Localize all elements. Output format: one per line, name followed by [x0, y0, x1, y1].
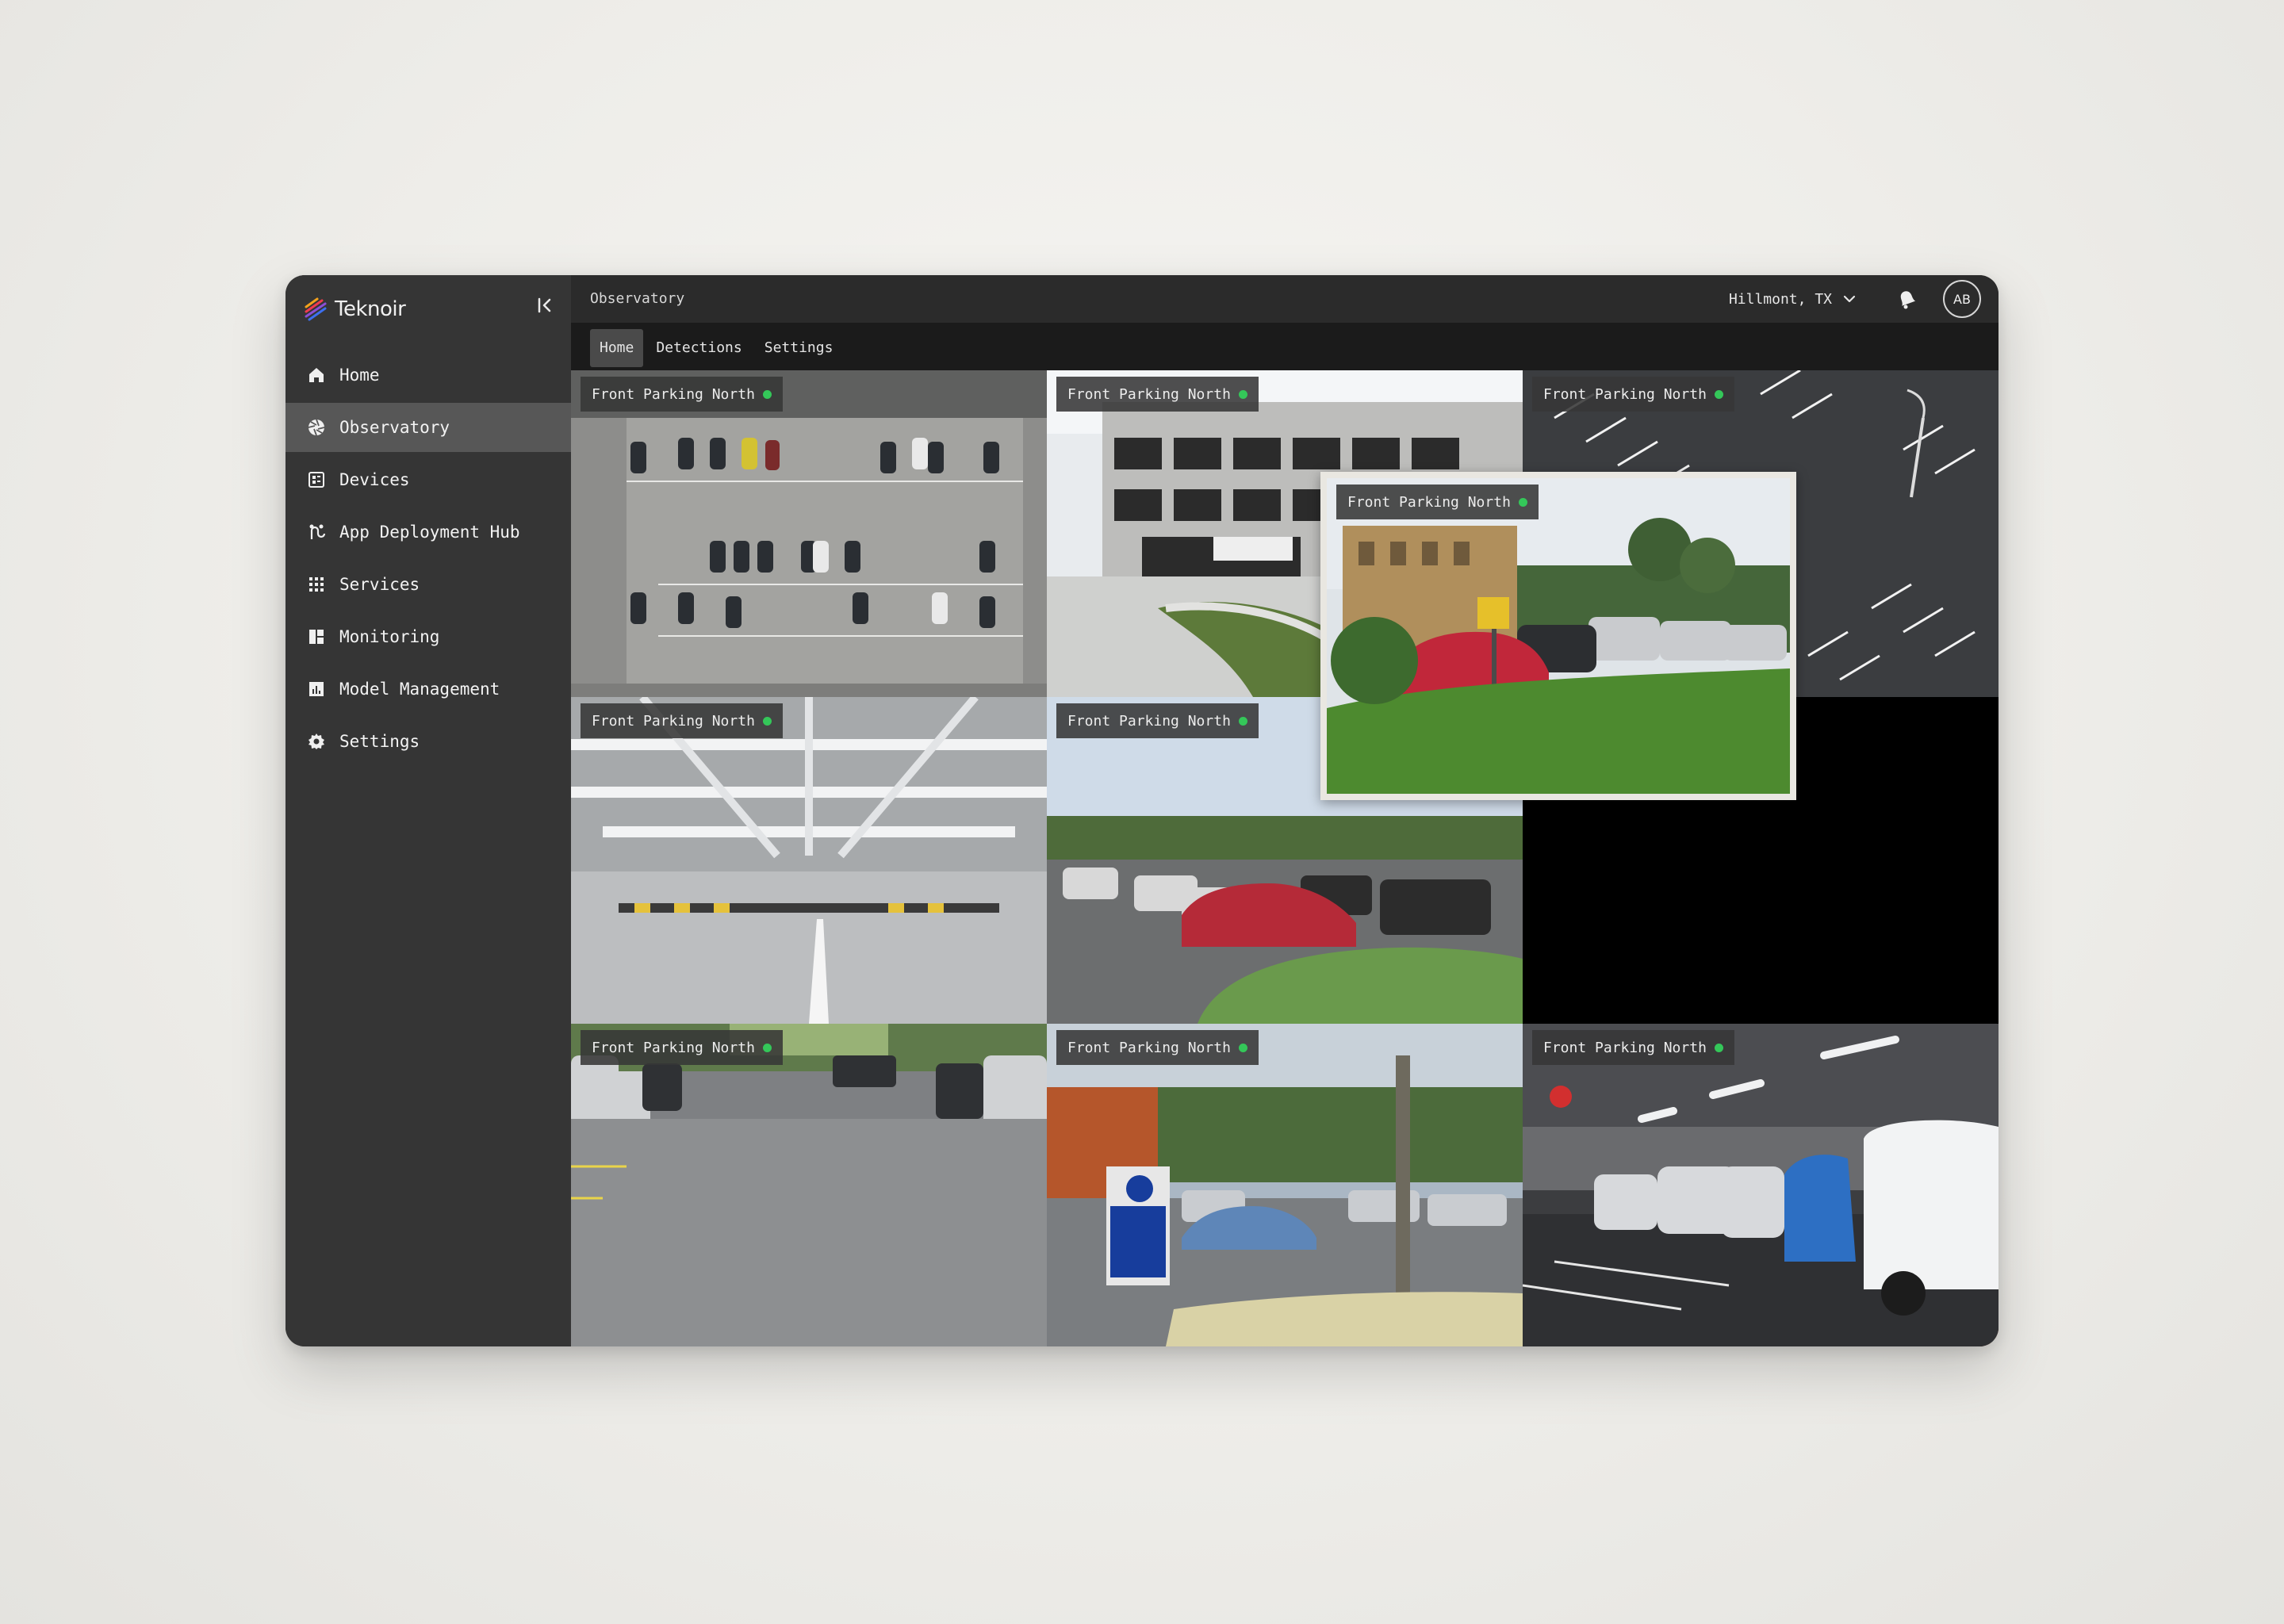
camera-tile-8-selected[interactable]: Front Parking North — [1523, 1024, 1998, 1346]
brand-logo[interactable]: Teknoir — [303, 289, 406, 329]
camera-label: Front Parking North — [581, 1030, 783, 1065]
camera-feed-covered-garage — [571, 697, 1047, 1024]
camera-label: Front Parking North — [1532, 377, 1734, 412]
camera-label: Front Parking North — [1336, 485, 1539, 519]
chart-icon — [306, 679, 327, 699]
grid-icon — [306, 574, 327, 595]
tab-home[interactable]: Home — [590, 329, 644, 367]
sidebar: Teknoir Home Observatory Devices App Dep… — [286, 275, 571, 1346]
camera-name: Front Parking North — [592, 712, 755, 730]
camera-grid: Front Parking North Front Parking North … — [571, 370, 1998, 1346]
status-online-dot — [762, 389, 772, 399]
status-online-dot — [1714, 1043, 1723, 1052]
camera-feed-garage-interior — [1523, 1024, 1998, 1346]
camera-name: Front Parking North — [1067, 712, 1231, 730]
brand-name: Teknoir — [335, 297, 406, 321]
chevron-down-icon — [1843, 295, 1856, 303]
status-online-dot — [1238, 1043, 1247, 1052]
camera-label: Front Parking North — [581, 377, 783, 412]
sidebar-item-label: Settings — [339, 732, 420, 751]
sidebar-item-monitoring[interactable]: Monitoring — [286, 612, 571, 661]
camera-label: Front Parking North — [1056, 703, 1259, 738]
home-icon — [306, 365, 327, 385]
tab-detections[interactable]: Detections — [646, 329, 751, 367]
camera-label: Front Parking North — [1056, 377, 1259, 412]
camera-label: Front Parking North — [581, 703, 783, 738]
collapse-icon — [538, 297, 551, 313]
sidebar-item-devices[interactable]: Devices — [286, 455, 571, 504]
camera-tile-6[interactable]: Front Parking North — [571, 1024, 1047, 1346]
teknoir-logo-icon — [305, 297, 327, 321]
notifications-button[interactable] — [1894, 286, 1921, 313]
sidebar-item-observatory[interactable]: Observatory — [286, 403, 571, 452]
gear-icon — [306, 731, 327, 752]
camera-name: Front Parking North — [592, 385, 755, 403]
sidebar-item-home[interactable]: Home — [286, 350, 571, 400]
sidebar-nav: Home Observatory Devices App Deployment … — [286, 350, 571, 769]
sidebar-item-model-management[interactable]: Model Management — [286, 665, 571, 714]
sidebar-item-settings[interactable]: Settings — [286, 717, 571, 766]
dashboard-icon — [306, 626, 327, 647]
top-bar: Observatory Hillmont, TX AB — [571, 275, 1998, 323]
camera-label: Front Parking North — [1056, 1030, 1259, 1065]
status-online-dot — [1714, 389, 1723, 399]
sidebar-item-label: Model Management — [339, 680, 500, 699]
sidebar-item-services[interactable]: Services — [286, 560, 571, 609]
tab-settings[interactable]: Settings — [755, 329, 843, 367]
breadcrumb: Observatory — [590, 290, 685, 307]
camera-feed-permit-parking — [1047, 1024, 1523, 1346]
camera-name: Front Parking North — [1543, 1039, 1707, 1056]
sidebar-item-label: Observatory — [339, 418, 450, 437]
camera-feed-cars-by-grass — [1327, 478, 1790, 794]
location-dropdown[interactable]: Hillmont, TX — [1729, 275, 1857, 323]
camera-feed-lot-street — [571, 1024, 1047, 1346]
devices-icon — [306, 469, 327, 490]
sidebar-item-app-deployment-hub[interactable]: App Deployment Hub — [286, 508, 571, 557]
sidebar-item-label: Monitoring — [339, 627, 440, 646]
status-online-dot — [762, 716, 772, 726]
avatar[interactable]: AB — [1943, 280, 1981, 318]
camera-tile-7[interactable]: Front Parking North — [1047, 1024, 1523, 1346]
pip-camera-preview[interactable]: Front Parking North — [1320, 472, 1796, 800]
status-online-dot — [1238, 389, 1247, 399]
camera-name: Front Parking North — [1347, 493, 1511, 511]
camera-name: Front Parking North — [1067, 385, 1231, 403]
bell-icon — [1900, 291, 1916, 309]
status-online-dot — [762, 1043, 772, 1052]
app-window: Teknoir Home Observatory Devices App Dep… — [286, 275, 1998, 1346]
camera-label: Front Parking North — [1532, 1030, 1734, 1065]
camera-tile-1[interactable]: Front Parking North — [571, 370, 1047, 697]
status-online-dot — [1518, 497, 1527, 507]
location-label: Hillmont, TX — [1728, 290, 1832, 308]
aperture-icon — [306, 417, 327, 438]
camera-feed-aerial-lot — [571, 370, 1047, 697]
camera-tile-4[interactable]: Front Parking North — [571, 697, 1047, 1024]
camera-name: Front Parking North — [1543, 385, 1707, 403]
camera-name: Front Parking North — [592, 1039, 755, 1056]
camera-name: Front Parking North — [1067, 1039, 1231, 1056]
sidebar-item-label: App Deployment Hub — [339, 523, 520, 542]
collapse-sidebar-button[interactable] — [525, 288, 565, 323]
status-online-dot — [1238, 716, 1247, 726]
sidebar-item-label: Home — [339, 366, 380, 385]
sidebar-item-label: Services — [339, 575, 420, 594]
deployment-icon — [306, 522, 327, 542]
sidebar-item-label: Devices — [339, 470, 410, 489]
tab-bar: Home Detections Settings — [571, 323, 1998, 370]
